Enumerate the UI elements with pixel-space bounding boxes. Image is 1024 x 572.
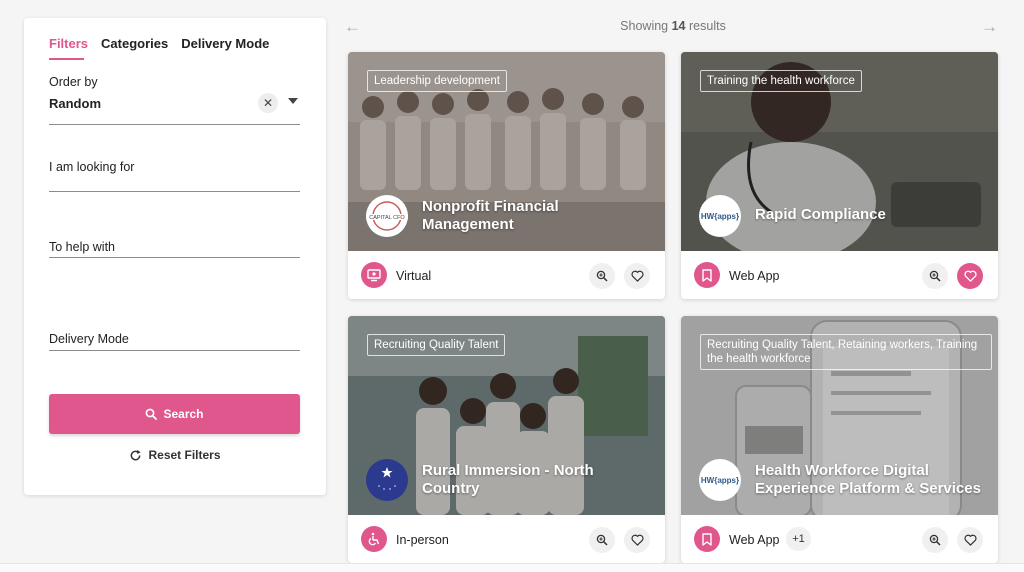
hwapps-logo-icon: HW{apps}	[700, 475, 740, 485]
preview-button[interactable]	[922, 263, 948, 289]
looking-for-underline	[49, 191, 300, 192]
card-footer: Web App	[681, 251, 998, 299]
svg-text:CAPITAL CFO: CAPITAL CFO	[369, 215, 405, 221]
program-card[interactable]: Recruiting Quality Talent, Retaining wor…	[681, 316, 998, 563]
card-footer: Web App +1	[681, 515, 998, 563]
program-card[interactable]: Recruiting Quality Talent Rural Immersio…	[348, 316, 665, 563]
card-title[interactable]: Nonprofit Financial Management	[422, 198, 652, 234]
delivery-mode-underline	[49, 350, 300, 351]
delivery-mode-label: In-person	[396, 533, 449, 547]
category-tag: Training the health workforce	[700, 70, 862, 92]
card-title[interactable]: Rapid Compliance	[755, 206, 985, 224]
delivery-mode-label: Web App	[729, 269, 780, 283]
refresh-icon	[131, 449, 142, 460]
results-suffix: results	[689, 19, 726, 33]
heart-icon	[630, 270, 644, 282]
bookmark-icon	[694, 262, 720, 288]
tab-delivery-mode[interactable]: Delivery Mode	[181, 36, 269, 51]
favorite-button[interactable]	[624, 263, 650, 289]
heart-icon	[630, 534, 644, 546]
help-with-underline	[49, 257, 300, 258]
card-footer: In-person	[348, 515, 665, 563]
more-modes-badge[interactable]: +1	[786, 527, 811, 551]
card-title[interactable]: Health Workforce Digital Experience Plat…	[755, 462, 985, 498]
category-tag: Recruiting Quality Talent	[367, 334, 506, 356]
reset-filters-label: Reset Filters	[148, 448, 221, 462]
provider-logo: HW{apps}	[699, 195, 741, 237]
search-button-label: Search	[163, 407, 204, 421]
hwapps-logo-icon: HW{apps}	[700, 211, 740, 221]
favorite-button[interactable]	[957, 527, 983, 553]
delivery-mode-label: Virtual	[396, 269, 432, 283]
active-tab-indicator	[49, 58, 84, 60]
search-button[interactable]: Search	[49, 394, 300, 434]
next-page-arrow-icon[interactable]: →	[981, 17, 998, 37]
help-with-field[interactable]: To help with	[49, 240, 115, 254]
preview-button[interactable]	[922, 527, 948, 553]
filter-panel: Filters Categories Delivery Mode Order b…	[24, 18, 326, 495]
results-count: Showing 14 results	[348, 19, 998, 33]
provider-logo: CAPITAL CFO	[366, 195, 408, 237]
university-seal-icon	[368, 461, 406, 499]
zoom-in-icon	[929, 270, 941, 282]
zoom-in-icon	[596, 534, 608, 546]
results-number: 14	[671, 19, 686, 33]
order-by-label: Order by	[49, 75, 98, 89]
program-card[interactable]: Leadership development CAPITAL CFO Nonpr…	[348, 52, 665, 299]
delivery-mode-field[interactable]: Delivery Mode	[49, 332, 129, 346]
card-footer: Virtual	[348, 251, 665, 299]
search-icon	[146, 408, 158, 420]
tab-filters[interactable]: Filters	[49, 36, 88, 51]
page-bottom-edge	[0, 563, 1024, 572]
favorite-button[interactable]	[957, 263, 983, 289]
looking-for-field[interactable]: I am looking for	[49, 160, 134, 174]
zoom-in-icon	[929, 534, 941, 546]
program-card[interactable]: Training the health workforce HW{apps} R…	[681, 52, 998, 299]
bookmark-icon	[694, 526, 720, 552]
heart-icon	[963, 270, 977, 282]
category-tag: Leadership development	[367, 70, 507, 92]
results-prefix: Showing	[620, 19, 669, 33]
tab-categories[interactable]: Categories	[101, 36, 168, 51]
delivery-mode-label: Web App	[729, 533, 780, 547]
accessibility-icon	[361, 526, 387, 552]
chevron-down-icon[interactable]	[288, 98, 298, 104]
clear-order-button[interactable]: ✕	[258, 93, 278, 113]
card-title[interactable]: Rural Immersion - North Country	[422, 462, 652, 498]
favorite-button[interactable]	[624, 527, 650, 553]
preview-button[interactable]	[589, 527, 615, 553]
heart-icon	[963, 534, 977, 546]
capital-cfo-logo-icon: CAPITAL CFO	[366, 201, 408, 231]
order-by-select[interactable]: Random	[49, 96, 101, 111]
category-tag: Recruiting Quality Talent, Retaining wor…	[700, 334, 992, 370]
reset-filters-button[interactable]: Reset Filters	[24, 448, 326, 462]
virtual-icon	[361, 262, 387, 288]
filter-tabs: Filters Categories Delivery Mode	[49, 36, 269, 51]
order-by-underline	[49, 124, 300, 125]
preview-button[interactable]	[589, 263, 615, 289]
zoom-in-icon	[596, 270, 608, 282]
provider-logo	[366, 459, 408, 501]
provider-logo: HW{apps}	[699, 459, 741, 501]
